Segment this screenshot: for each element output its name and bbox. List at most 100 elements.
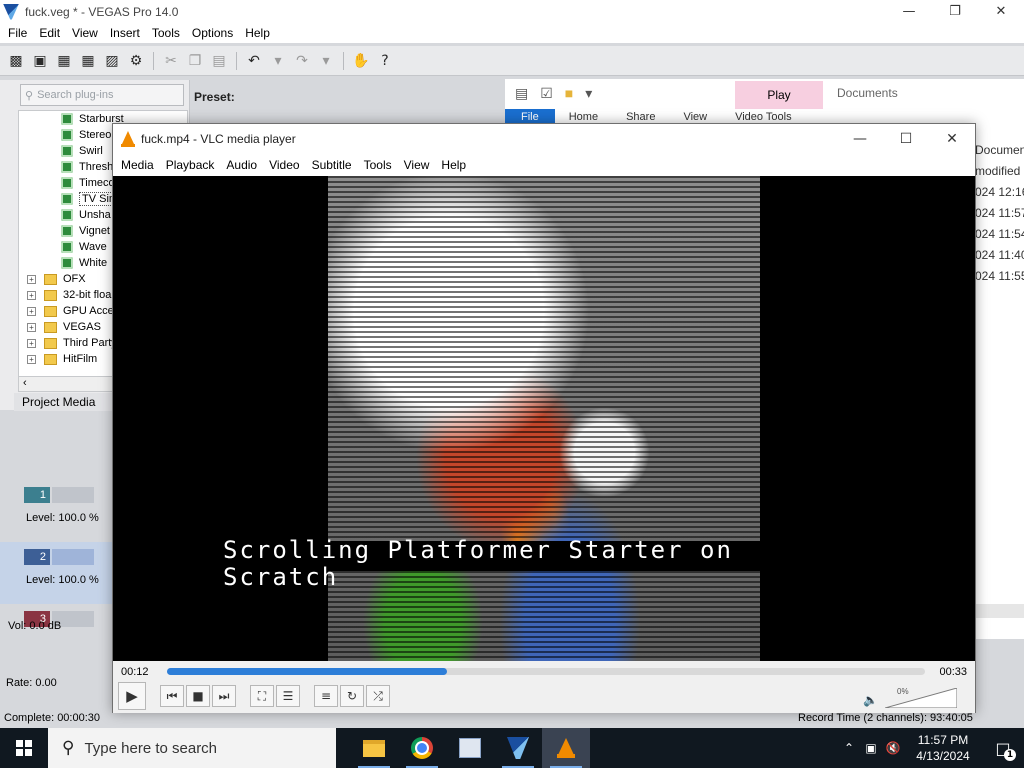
vlc-icon xyxy=(557,738,575,758)
expand-plus-icon[interactable]: + xyxy=(27,290,36,300)
tree-item-label: Unsha xyxy=(79,209,111,221)
vegas-menu-insert[interactable]: Insert xyxy=(104,26,146,40)
system-tray: ⌃ ▣ 🔇 11:57 PM 4/13/2024 □ 1 xyxy=(838,728,1024,768)
copy-icon[interactable]: ❐ xyxy=(185,51,205,71)
vegas-menu-tools[interactable]: Tools xyxy=(146,26,186,40)
taskbar-vlc[interactable] xyxy=(542,728,590,768)
toolbar-divider xyxy=(153,51,154,70)
render-icon[interactable]: ▨ xyxy=(102,51,122,71)
next-icon[interactable]: ⏭ xyxy=(212,685,236,707)
whats-this-help-icon[interactable]: ? xyxy=(375,51,395,71)
subtitle-line: Scrolling Platformer Starter on xyxy=(223,536,733,564)
vegas-menu-edit[interactable]: Edit xyxy=(33,26,66,40)
volume-slider[interactable] xyxy=(885,688,957,708)
volume-muted-icon[interactable]: 🔇 xyxy=(882,741,904,755)
vlc-menu-video[interactable]: Video xyxy=(263,158,305,172)
new-folder-icon[interactable]: ■ xyxy=(565,85,573,101)
save-as-icon[interactable]: ▦ xyxy=(78,51,98,71)
folder-icon xyxy=(44,289,57,301)
expand-plus-icon[interactable]: + xyxy=(27,338,36,348)
fullscreen-icon[interactable]: ⛶ xyxy=(250,685,274,707)
undo-dropdown-icon[interactable]: ▾ xyxy=(268,51,288,71)
redo-icon[interactable]: ↷ xyxy=(292,51,312,71)
cut-icon[interactable]: ✂ xyxy=(161,51,181,71)
vegas-menu-file[interactable]: File xyxy=(2,26,33,40)
file-date: 024 11:57 xyxy=(975,206,1024,220)
vlc-maximize-button[interactable]: ☐ xyxy=(883,124,929,154)
action-center-button[interactable]: □ 1 xyxy=(982,739,1024,761)
play-icon[interactable]: ▶ xyxy=(118,682,146,710)
fx-plugin-icon xyxy=(61,177,73,189)
network-icon[interactable]: ▣ xyxy=(860,741,882,755)
track-header[interactable]: 3 Vol: 0.0 dB xyxy=(0,604,115,666)
address-documents[interactable]: Documen xyxy=(975,143,1024,164)
vlc-menu-subtitle[interactable]: Subtitle xyxy=(306,158,358,172)
fx-plugin-icon xyxy=(61,145,73,157)
hand-tool-icon[interactable]: ✋ xyxy=(351,51,371,71)
undo-icon[interactable]: ↶ xyxy=(244,51,264,71)
expand-plus-icon[interactable]: + xyxy=(27,354,36,364)
folder-icon xyxy=(44,353,57,365)
previous-icon[interactable]: ⏮ xyxy=(160,685,184,707)
vegas-close-button[interactable]: ✕ xyxy=(978,0,1024,23)
expand-plus-icon[interactable]: + xyxy=(27,322,36,332)
video-display[interactable]: Scrolling Platformer Starter on Scratch xyxy=(113,176,975,661)
paste-icon[interactable]: ▤ xyxy=(209,51,229,71)
save-icon[interactable]: ▦ xyxy=(54,51,74,71)
status-record-time: Record Time (2 channels): 93:40:05 xyxy=(798,712,973,724)
clock[interactable]: 11:57 PM 4/13/2024 xyxy=(904,732,982,764)
vlc-menu-audio[interactable]: Audio xyxy=(220,158,263,172)
checkbox-icon[interactable]: ☑ xyxy=(540,85,553,102)
speaker-icon[interactable]: 🔈 xyxy=(863,693,878,707)
vlc-menu-tools[interactable]: Tools xyxy=(358,158,398,172)
customize-dropdown-icon[interactable]: ▾ xyxy=(585,85,592,102)
vegas-minimize-button[interactable]: — xyxy=(886,0,932,23)
playback-rate: Rate: 0.00 xyxy=(6,677,57,689)
vegas-menu-help[interactable]: Help xyxy=(239,26,276,40)
track-header-selected[interactable]: 2 Level: 100.0 % xyxy=(0,542,115,604)
vegas-menu-options[interactable]: Options xyxy=(186,26,239,40)
vlc-cone-icon xyxy=(121,131,135,147)
vlc-menu-media[interactable]: Media xyxy=(115,158,160,172)
taskbar-search-box[interactable]: ⚲ Type here to search xyxy=(48,728,336,768)
vegas-restore-button[interactable]: ❐ xyxy=(932,0,978,23)
taskbar-vegas-pro[interactable] xyxy=(494,728,542,768)
playlist-icon[interactable]: ≡ xyxy=(314,685,338,707)
tab-project-media[interactable]: Project Media xyxy=(14,393,114,411)
column-header-date-modified[interactable]: modified xyxy=(975,164,1024,185)
vegas-menu-view[interactable]: View xyxy=(66,26,104,40)
track-number: 1 xyxy=(24,487,50,503)
extended-settings-icon[interactable]: ☰ xyxy=(276,685,300,707)
scroll-left-icon[interactable]: ‹ xyxy=(23,377,27,389)
track-level[interactable]: Level: 100.0 % xyxy=(26,512,99,524)
track-volume[interactable]: Vol: 0.0 dB xyxy=(8,620,61,632)
seek-bar[interactable] xyxy=(167,668,925,675)
stop-icon[interactable]: ■ xyxy=(186,685,210,707)
track-header[interactable]: 1 Level: 100.0 % xyxy=(0,480,115,542)
vlc-minimize-button[interactable]: — xyxy=(837,124,883,154)
track-name-field[interactable] xyxy=(52,487,94,503)
track-level[interactable]: Level: 100.0 % xyxy=(26,574,99,586)
new-file-icon[interactable]: ▩ xyxy=(6,51,26,71)
taskbar-vegas-tool[interactable] xyxy=(446,728,494,768)
vlc-menu-help[interactable]: Help xyxy=(435,158,472,172)
loop-icon[interactable]: ↻ xyxy=(340,685,364,707)
start-button[interactable] xyxy=(0,728,48,768)
chevron-up-icon[interactable]: ⌃ xyxy=(838,741,860,755)
taskbar-chrome[interactable] xyxy=(398,728,446,768)
properties-icon[interactable]: ▤ xyxy=(515,85,528,102)
expand-plus-icon[interactable]: + xyxy=(27,306,36,316)
vlc-title-bar[interactable]: fuck.mp4 - VLC media player — ☐ ✕ xyxy=(113,124,975,154)
redo-dropdown-icon[interactable]: ▾ xyxy=(316,51,336,71)
expand-plus-icon[interactable]: + xyxy=(27,274,36,284)
shuffle-icon[interactable]: ⤮ xyxy=(366,685,390,707)
vlc-menu-view[interactable]: View xyxy=(398,158,436,172)
open-folder-icon[interactable]: ▣ xyxy=(30,51,50,71)
properties-gear-icon[interactable]: ⚙ xyxy=(126,51,146,71)
tab-play[interactable]: Play xyxy=(735,81,823,109)
vlc-menu-playback[interactable]: Playback xyxy=(160,158,221,172)
taskbar-file-explorer[interactable] xyxy=(350,728,398,768)
track-name-field[interactable] xyxy=(52,549,94,565)
plugin-search-input[interactable]: ⚲ Search plug-ins xyxy=(20,84,184,106)
vlc-close-button[interactable]: ✕ xyxy=(929,124,975,154)
